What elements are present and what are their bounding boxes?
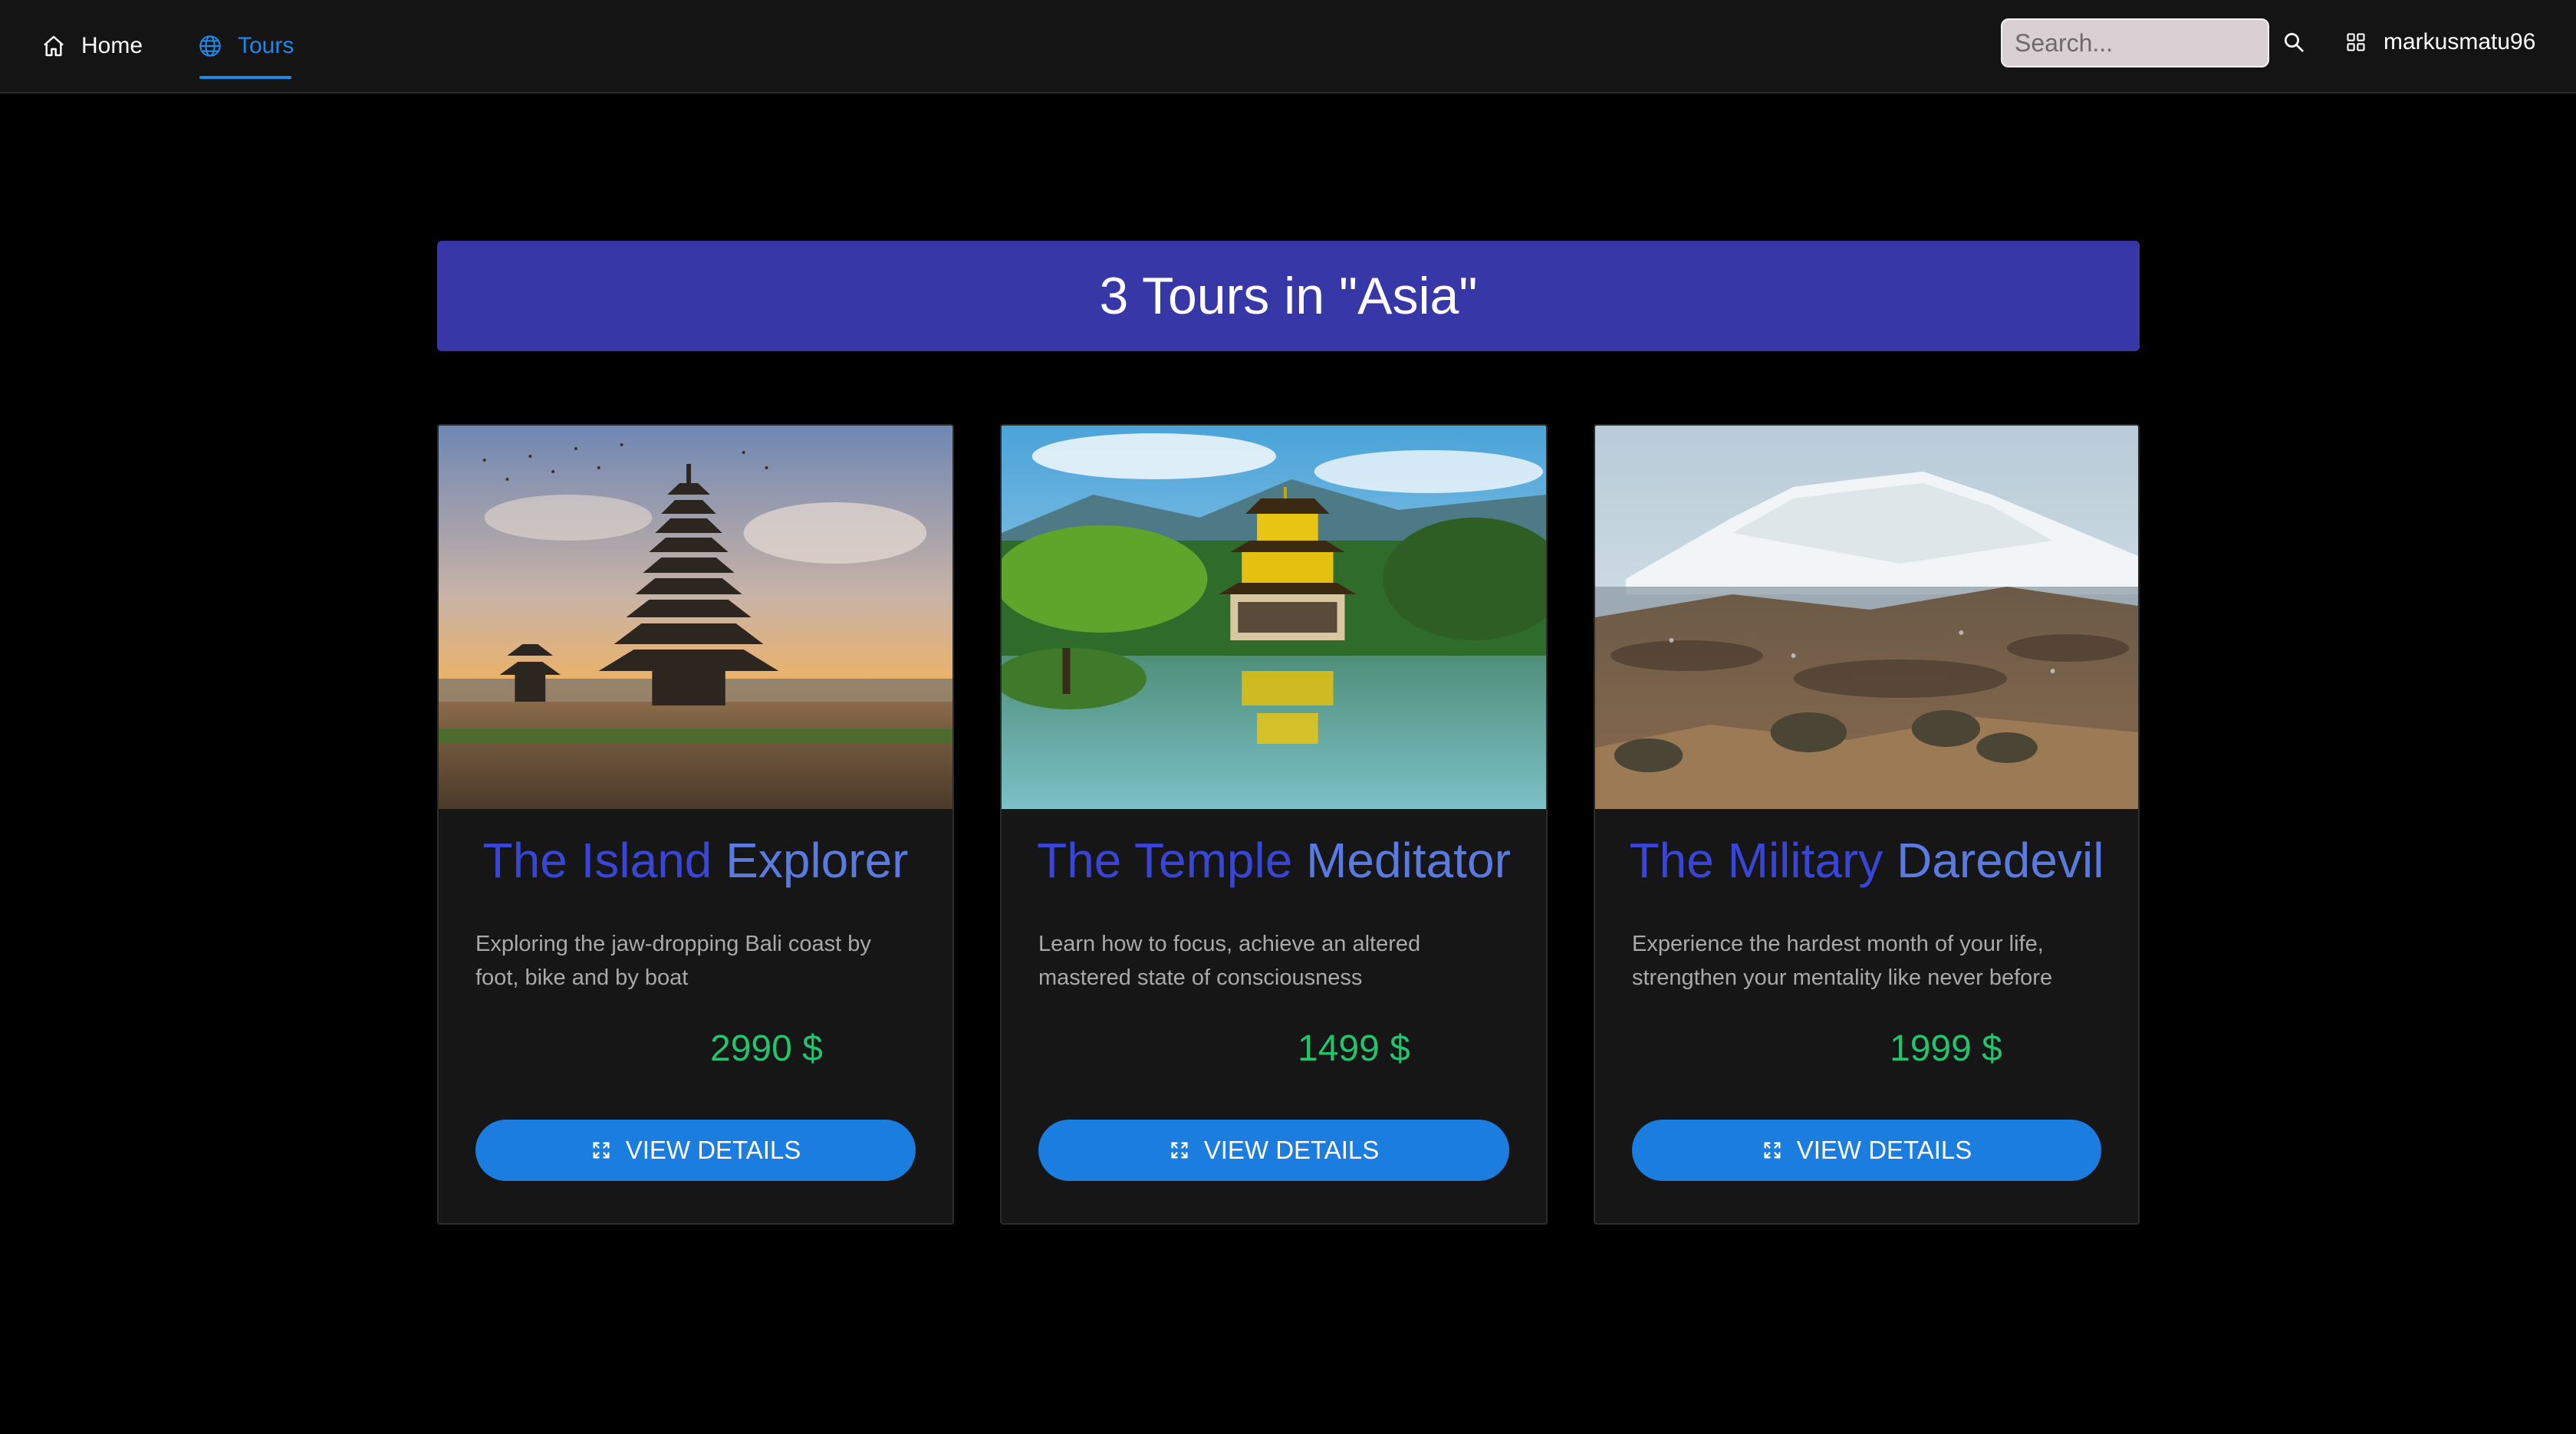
globe-icon: [199, 35, 221, 57]
expand-icon: [1764, 1142, 1781, 1159]
search-icon[interactable]: [2282, 31, 2305, 54]
tour-card: The Temple Meditator Learn how to focus,…: [1000, 424, 1548, 1225]
top-navbar: Home Tours markusmatu96: [0, 0, 2576, 94]
tour-title-second: Daredevil: [1897, 833, 2104, 888]
view-details-label: VIEW DETAILS: [1203, 1136, 1380, 1164]
active-tab-indicator: [199, 76, 291, 79]
view-details-label: VIEW DETAILS: [625, 1136, 801, 1164]
results-heading-banner: 3 Tours in "Asia": [437, 241, 2140, 351]
tour-description: Exploring the jaw-dropping Bali coast by…: [475, 932, 871, 990]
username-label: markusmatu96: [2384, 29, 2536, 54]
tour-card: The Island Explorer Exploring the jaw-dr…: [437, 424, 954, 1225]
tour-image-golden-pavilion: [1002, 426, 1546, 809]
view-details-button[interactable]: VIEW DETAILS: [1632, 1120, 2101, 1181]
nav-tours-label: Tours: [238, 33, 294, 58]
tour-title: The Temple Meditator: [1002, 832, 1546, 889]
grid-icon: [2347, 33, 2365, 51]
tour-price: 2990 $: [710, 1028, 823, 1069]
view-details-label: VIEW DETAILS: [1796, 1136, 1972, 1164]
tour-price: 1999 $: [1890, 1028, 2002, 1069]
user-menu[interactable]: markusmatu96: [2345, 0, 2535, 84]
tour-title-first: The Temple: [1037, 833, 1293, 888]
tour-title-second: Meditator: [1306, 833, 1511, 888]
tour-image-bali: [439, 426, 952, 809]
view-details-button[interactable]: VIEW DETAILS: [475, 1120, 916, 1181]
tour-card: The Military Daredevil Experience the ha…: [1594, 424, 2140, 1225]
nav-home-label: Home: [81, 33, 143, 58]
search-input[interactable]: [2001, 18, 2269, 67]
tour-description: Learn how to focus, achieve an altered m…: [1038, 932, 1421, 990]
tour-title-first: The Island: [482, 833, 712, 888]
home-icon: [44, 35, 64, 57]
tour-title-first: The Military: [1629, 833, 1883, 888]
tour-title: The Military Daredevil: [1595, 832, 2138, 889]
tour-title: The Island Explorer: [439, 832, 952, 889]
tour-description: Experience the hardest month of your lif…: [1632, 932, 2053, 990]
nav-home-link[interactable]: Home: [41, 0, 143, 92]
view-details-button[interactable]: VIEW DETAILS: [1038, 1120, 1509, 1181]
results-heading: 3 Tours in "Asia": [1099, 267, 1478, 325]
expand-icon: [593, 1142, 610, 1159]
tour-price: 1499 $: [1298, 1028, 1410, 1069]
tour-image-military: [1595, 426, 2138, 809]
expand-icon: [1171, 1142, 1188, 1159]
tour-title-second: Explorer: [725, 833, 909, 888]
